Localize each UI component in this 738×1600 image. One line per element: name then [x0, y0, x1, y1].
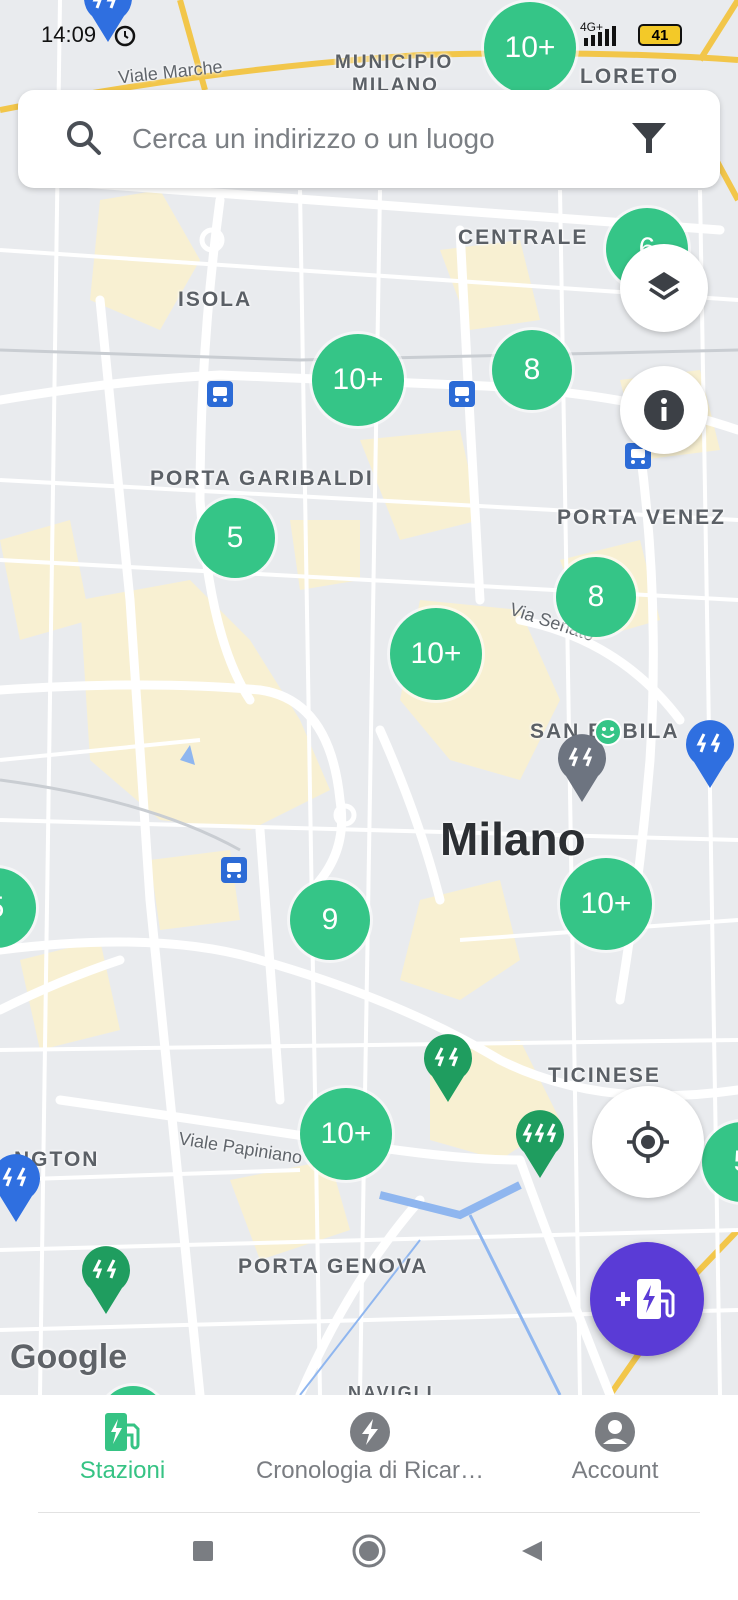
- station-cluster-garibaldi[interactable]: 5: [195, 498, 275, 578]
- status-bar: 14:09 4G+ 41: [0, 0, 738, 62]
- info-icon: [644, 390, 684, 430]
- filter-icon[interactable]: [630, 120, 668, 158]
- charging-station-pin-green[interactable]: [422, 1032, 474, 1104]
- tab-stazioni-label: Stazioni: [79, 1457, 166, 1484]
- tab-account-label: Account: [571, 1457, 659, 1484]
- charging-station-pin-green-fast[interactable]: [514, 1108, 566, 1180]
- account-icon: [595, 1412, 635, 1452]
- tab-cronologia-label: Cronologia di Ricar…: [255, 1457, 485, 1484]
- area-label-navigli: NAVIGLI: [348, 1383, 434, 1395]
- area-label-porta-garibaldi: PORTA GARIBALDI: [150, 467, 374, 490]
- layers-icon: [648, 272, 680, 300]
- add-charging-station-icon: [616, 1279, 675, 1319]
- station-cluster-centrale-south[interactable]: 8: [492, 330, 572, 410]
- station-cluster-ticinese-west[interactable]: 10+: [300, 1088, 392, 1180]
- google-logo: Google: [10, 1338, 128, 1376]
- area-label-loreto: LORETO: [580, 65, 680, 88]
- bottom-navigation: Stazioni Cronologia di Ricar… Account: [0, 1395, 738, 1515]
- system-navigation-bar: [0, 1513, 738, 1600]
- area-label-ticinese: TICINESE: [548, 1064, 661, 1087]
- info-button[interactable]: [620, 366, 708, 454]
- station-cluster-venezia[interactable]: 8: [556, 557, 636, 637]
- charging-station-pin-blue[interactable]: [684, 718, 736, 790]
- area-label-porta-venezia: PORTA VENEZ: [557, 506, 727, 529]
- add-charging-station-button[interactable]: [590, 1242, 704, 1356]
- area-label-porta-genova: PORTA GENOVA: [238, 1255, 429, 1278]
- battery-indicator: 41: [638, 24, 682, 46]
- signal-icon: [584, 26, 616, 46]
- tab-stazioni[interactable]: Stazioni: [30, 1395, 215, 1515]
- back-button-icon[interactable]: [520, 1539, 544, 1563]
- favorite-smiley-icon: [594, 718, 622, 746]
- charging-station-icon: [104, 1413, 139, 1451]
- area-label-centrale: CENTRALE: [458, 226, 589, 249]
- station-cluster-center-west[interactable]: 9: [290, 880, 370, 960]
- crosshair-icon: [627, 1121, 669, 1163]
- station-cluster-duomo-east[interactable]: 10+: [560, 858, 652, 950]
- station-cluster-brera[interactable]: 10+: [390, 608, 482, 700]
- search-icon[interactable]: [64, 118, 104, 158]
- charging-station-pin-blue[interactable]: [0, 1152, 42, 1224]
- layers-button[interactable]: [620, 244, 708, 332]
- my-location-button[interactable]: [592, 1086, 704, 1198]
- home-button-icon[interactable]: [351, 1533, 387, 1569]
- tab-account[interactable]: Account: [520, 1395, 710, 1515]
- area-label-isola: ISOLA: [178, 288, 253, 311]
- alarm-icon: [114, 25, 136, 47]
- search-bar[interactable]: [18, 90, 720, 188]
- recents-button-icon[interactable]: [191, 1539, 215, 1563]
- status-time: 14:09: [41, 22, 97, 47]
- station-cluster-garibaldi-north[interactable]: 10+: [312, 334, 404, 426]
- tab-cronologia[interactable]: Cronologia di Ricar…: [230, 1395, 510, 1515]
- city-label-milano: Milano: [440, 813, 586, 865]
- lightning-bolt-icon: [350, 1412, 390, 1452]
- charging-station-pin-green[interactable]: [80, 1244, 132, 1316]
- search-input[interactable]: [130, 114, 614, 164]
